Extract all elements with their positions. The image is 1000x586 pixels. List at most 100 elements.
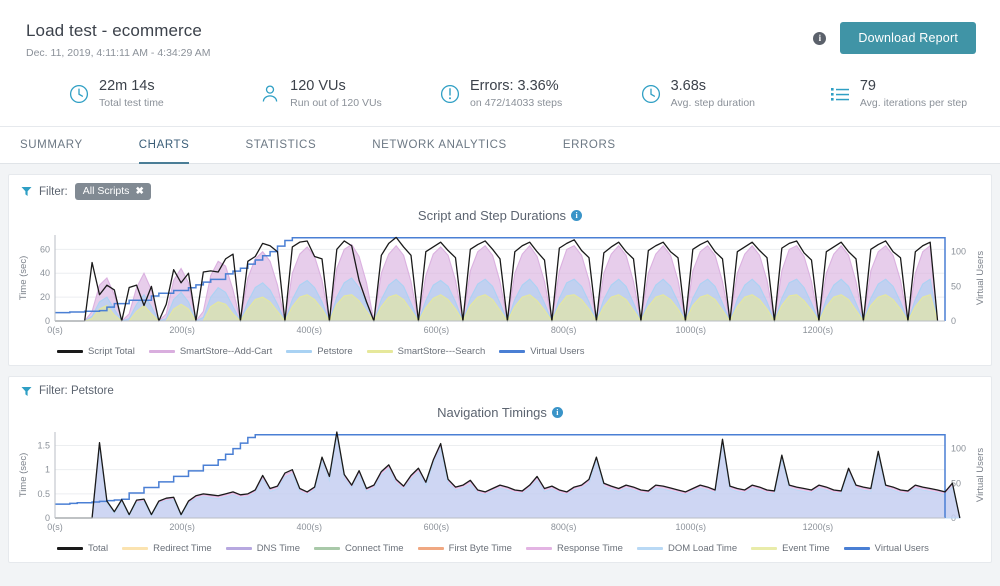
stat-text: 22m 14sTotal test time — [99, 78, 164, 110]
legend-swatch — [57, 350, 83, 353]
header-actions: i Download Report — [813, 20, 976, 54]
tab-statistics[interactable]: STATISTICS — [245, 127, 316, 164]
svg-text:800(s): 800(s) — [551, 325, 577, 335]
chart-title-2: Navigation Timings i — [9, 401, 991, 422]
stat-value: 22m 14s — [99, 78, 164, 95]
stat-text: 3.68sAvg. step duration — [671, 78, 755, 110]
stat-value: 79 — [860, 78, 967, 95]
legend-swatch — [844, 547, 870, 550]
filter-icon — [21, 186, 32, 197]
stat-text: 120 VUsRun out of 120 VUs — [290, 78, 382, 110]
report-header: Load test - ecommerce Dec. 11, 2019, 4:1… — [0, 0, 1000, 127]
info-icon[interactable]: i — [552, 407, 563, 418]
legend-label: Total — [88, 543, 108, 554]
clock-icon — [68, 83, 90, 105]
legend-label: Petstore — [317, 346, 352, 357]
filter-label-2: Filter: Petstore — [39, 385, 114, 397]
svg-text:Time (sec): Time (sec) — [18, 453, 29, 498]
tab-errors[interactable]: ERRORS — [563, 127, 616, 164]
legend-label: Redirect Time — [153, 543, 212, 554]
download-report-button[interactable]: Download Report — [840, 22, 976, 54]
chart-svg-script-step-durations[interactable]: 02040600501000(s)200(s)400(s)600(s)800(s… — [9, 225, 991, 344]
legend-swatch — [499, 350, 525, 353]
stat-on-472-14033-steps: Errors: 3.36%on 472/14033 steps — [395, 78, 596, 110]
legend-swatch — [751, 547, 777, 550]
svg-text:50: 50 — [951, 281, 961, 291]
legend-item-event-time[interactable]: Event Time — [751, 543, 830, 554]
legend-item-smartstore-search[interactable]: SmartStore---Search — [367, 346, 486, 357]
chart-title-1-text: Script and Step Durations — [418, 208, 566, 223]
svg-text:40: 40 — [40, 268, 50, 278]
legend-label: DNS Time — [257, 543, 300, 554]
stat-text: Errors: 3.36%on 472/14033 steps — [470, 78, 562, 110]
svg-text:100: 100 — [951, 247, 966, 257]
stat-label: Run out of 120 VUs — [290, 96, 382, 110]
close-icon[interactable]: ✖ — [135, 186, 143, 197]
svg-text:20: 20 — [40, 292, 50, 302]
legend-item-response-time[interactable]: Response Time — [526, 543, 623, 554]
legend-swatch — [286, 350, 312, 353]
legend-item-virtual-users[interactable]: Virtual Users — [499, 346, 584, 357]
legend-swatch — [226, 547, 252, 550]
svg-text:Virtual Users: Virtual Users — [975, 251, 986, 305]
info-icon[interactable]: i — [813, 32, 826, 45]
legend-label: Response Time — [557, 543, 623, 554]
legend-item-dom-load-time[interactable]: DOM Load Time — [637, 543, 737, 554]
chart-svg-navigation-timings[interactable]: 00.511.50501000(s)200(s)400(s)600(s)800(… — [9, 422, 991, 541]
filter-chip-all-scripts[interactable]: All Scripts ✖ — [75, 183, 151, 200]
svg-text:800(s): 800(s) — [551, 522, 577, 532]
filter-label-1: Filter: — [39, 186, 68, 198]
legend-item-total[interactable]: Total — [57, 543, 108, 554]
list-icon — [829, 83, 851, 105]
svg-text:400(s): 400(s) — [297, 522, 323, 532]
legend-item-virtual-users[interactable]: Virtual Users — [844, 543, 929, 554]
svg-text:1000(s): 1000(s) — [675, 522, 706, 532]
svg-text:1: 1 — [45, 465, 50, 475]
legend-item-petstore[interactable]: Petstore — [286, 346, 352, 357]
legend-item-dns-time[interactable]: DNS Time — [226, 543, 300, 554]
svg-text:1.5: 1.5 — [37, 441, 50, 451]
stat-value: 120 VUs — [290, 78, 382, 95]
summary-stats-row: 22m 14sTotal test time 120 VUsRun out of … — [24, 60, 976, 126]
svg-text:0.5: 0.5 — [37, 489, 50, 499]
stat-label: Total test time — [99, 96, 164, 110]
svg-text:100: 100 — [951, 444, 966, 454]
svg-text:200(s): 200(s) — [169, 522, 195, 532]
legend-item-smartstore-add-cart[interactable]: SmartStore--Add-Cart — [149, 346, 272, 357]
legend-item-redirect-time[interactable]: Redirect Time — [122, 543, 212, 554]
legend-swatch — [57, 547, 83, 550]
tab-charts[interactable]: CHARTS — [139, 127, 190, 164]
stat-label: Avg. iterations per step — [860, 96, 967, 110]
tab-summary[interactable]: SUMMARY — [20, 127, 83, 164]
svg-text:400(s): 400(s) — [297, 325, 323, 335]
svg-text:200(s): 200(s) — [169, 325, 195, 335]
legend-label: SmartStore--Add-Cart — [180, 346, 272, 357]
stat-value: 3.68s — [671, 78, 755, 95]
tab-bar: SUMMARY CHARTS STATISTICS NETWORK ANALYTICS… — [0, 127, 1000, 164]
chart-legend-2: Total Redirect Time DNS Time Connect Time Fi… — [9, 541, 991, 562]
report-page: Load test - ecommerce Dec. 11, 2019, 4:1… — [0, 0, 1000, 586]
stat-avg-iterations-per-step: 79Avg. iterations per step — [785, 78, 976, 110]
alert-icon — [439, 83, 461, 105]
legend-item-connect-time[interactable]: Connect Time — [314, 543, 404, 554]
legend-item-script-total[interactable]: Script Total — [57, 346, 135, 357]
filter-chip-label: All Scripts — [83, 185, 130, 197]
legend-label: Virtual Users — [530, 346, 584, 357]
legend-label: Virtual Users — [875, 543, 929, 554]
page-title: Load test - ecommerce — [26, 20, 210, 42]
svg-text:600(s): 600(s) — [424, 522, 450, 532]
stat-label: Avg. step duration — [671, 96, 755, 110]
filter-icon — [21, 386, 32, 397]
legend-swatch — [418, 547, 444, 550]
filter-row-2: Filter: Petstore — [9, 377, 991, 401]
tab-network-analytics[interactable]: NETWORK ANALYTICS — [372, 127, 507, 164]
user-icon — [259, 83, 281, 105]
legend-label: First Byte Time — [449, 543, 512, 554]
header-top-row: Load test - ecommerce Dec. 11, 2019, 4:1… — [24, 20, 976, 60]
stat-label: on 472/14033 steps — [470, 96, 562, 110]
stat-avg-step-duration: 3.68sAvg. step duration — [596, 78, 785, 110]
legend-item-first-byte-time[interactable]: First Byte Time — [418, 543, 512, 554]
legend-swatch — [637, 547, 663, 550]
info-icon[interactable]: i — [571, 210, 582, 221]
stat-run-out-of-120-vus: 120 VUsRun out of 120 VUs — [215, 78, 395, 110]
